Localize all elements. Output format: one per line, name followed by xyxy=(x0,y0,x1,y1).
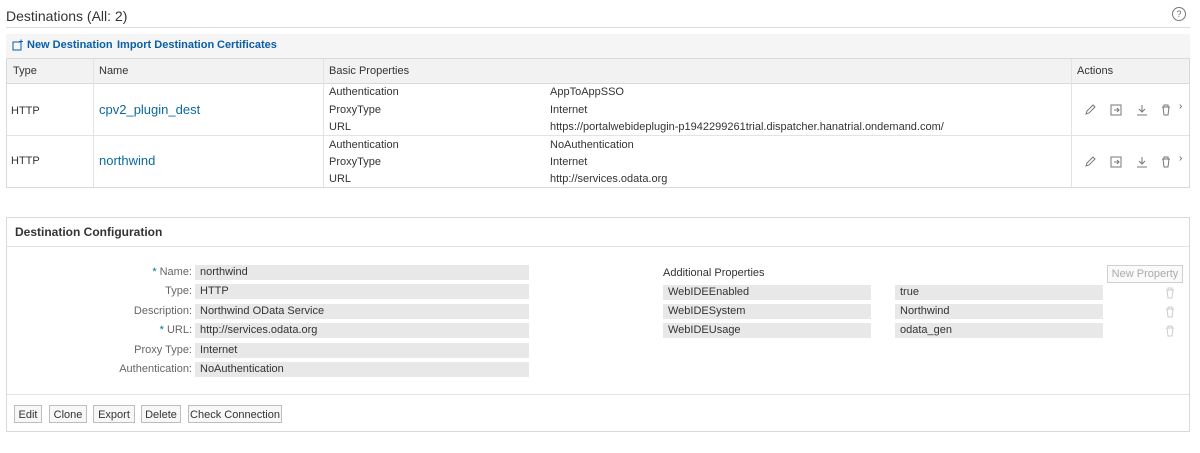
trash-icon[interactable] xyxy=(1159,103,1173,117)
prop-key: ProxyType xyxy=(329,156,381,168)
download-icon[interactable] xyxy=(1135,103,1149,117)
prop-value: http://services.odata.org xyxy=(550,173,668,185)
prop-key: URL xyxy=(329,121,352,133)
edit-button[interactable]: Edit xyxy=(14,405,42,423)
divider xyxy=(6,27,1190,28)
required-marker: * xyxy=(159,324,164,336)
url-field[interactable]: http://services.odata.org xyxy=(195,323,529,338)
additional-property-value[interactable]: true xyxy=(895,285,1103,300)
clone-button[interactable]: Clone xyxy=(49,405,87,423)
column-header-basic-properties[interactable]: Basic Properties xyxy=(329,65,409,77)
import-destination-link[interactable]: Import Destination xyxy=(117,39,214,51)
column-divider xyxy=(1071,59,1072,187)
column-header-name[interactable]: Name xyxy=(99,65,128,77)
column-divider xyxy=(93,59,94,187)
field-label-type: Type: xyxy=(165,285,192,297)
help-icon[interactable]: ? xyxy=(1172,7,1186,21)
row-type: HTTP xyxy=(11,155,40,167)
edit-icon[interactable] xyxy=(1083,103,1097,117)
new-destination-icon[interactable] xyxy=(12,39,24,51)
prop-key: Authentication xyxy=(329,139,399,151)
prop-key: URL xyxy=(329,173,352,185)
field-label-authentication: Authentication: xyxy=(119,363,192,375)
prop-value: Internet xyxy=(550,156,588,168)
chevron-right-icon[interactable]: › xyxy=(1179,101,1182,112)
config-title: Destination Configuration xyxy=(15,225,163,239)
export-button[interactable]: Export xyxy=(93,405,135,423)
prop-key: ProxyType xyxy=(329,104,381,116)
authentication-field[interactable]: NoAuthentication xyxy=(195,362,529,377)
field-label-proxy-type: Proxy Type: xyxy=(134,344,192,356)
trash-icon xyxy=(1164,287,1176,299)
prop-value: https://portalwebideplugin-p1942299261tr… xyxy=(550,121,944,133)
additional-property-key[interactable]: WebIDEUsage xyxy=(663,323,871,338)
additional-properties-title: Additional Properties xyxy=(663,267,765,279)
additional-property-value[interactable]: Northwind xyxy=(895,304,1103,319)
additional-property-key[interactable]: WebIDEEnabled xyxy=(663,285,871,300)
row-type: HTTP xyxy=(11,105,40,117)
check-connection-button[interactable]: Check Connection xyxy=(188,405,282,423)
destination-configuration-panel: Destination Configuration * Name: northwi… xyxy=(6,217,1190,432)
export-icon[interactable] xyxy=(1109,103,1123,117)
destination-name-link[interactable]: northwind xyxy=(99,153,155,168)
additional-property-value[interactable]: odata_gen xyxy=(895,323,1103,338)
description-field[interactable]: Northwind OData Service xyxy=(195,304,529,319)
page-title: Destinations (All: 2) xyxy=(6,8,128,24)
column-header-type[interactable]: Type xyxy=(13,65,37,77)
prop-value: Internet xyxy=(550,104,588,116)
new-destination-link[interactable]: New Destination xyxy=(27,39,113,51)
destinations-table: Type Name Basic Properties Actions HTTP … xyxy=(6,58,1190,188)
field-label-url: * URL: xyxy=(159,324,192,336)
name-field[interactable]: northwind xyxy=(195,265,529,280)
destination-name-link[interactable]: cpv2_plugin_dest xyxy=(99,102,200,117)
delete-button[interactable]: Delete xyxy=(141,405,181,423)
divider xyxy=(7,246,1189,247)
column-header-actions: Actions xyxy=(1077,65,1114,77)
row-divider xyxy=(7,135,1189,136)
field-label-name: * Name: xyxy=(152,266,192,278)
proxy-type-field[interactable]: Internet xyxy=(195,343,529,358)
additional-property-key[interactable]: WebIDESystem xyxy=(663,304,871,319)
trash-icon xyxy=(1164,306,1176,318)
download-icon[interactable] xyxy=(1135,155,1149,169)
divider xyxy=(7,394,1189,395)
table-header: Type Name Basic Properties Actions xyxy=(7,59,1189,84)
column-divider xyxy=(323,59,324,187)
edit-icon[interactable] xyxy=(1083,155,1097,169)
prop-key: Authentication xyxy=(329,86,399,98)
chevron-right-icon[interactable]: › xyxy=(1179,153,1182,164)
type-field[interactable]: HTTP xyxy=(195,284,529,299)
trash-icon xyxy=(1164,325,1176,337)
field-label-description: Description: xyxy=(133,305,192,317)
certificates-link[interactable]: Certificates xyxy=(217,39,277,51)
prop-value: NoAuthentication xyxy=(550,139,634,151)
required-marker: * xyxy=(152,266,157,278)
toolbar: New Destination Import Destination Certi… xyxy=(6,34,1190,58)
trash-icon[interactable] xyxy=(1159,155,1173,169)
prop-value: AppToAppSSO xyxy=(550,86,624,98)
new-property-button[interactable]: New Property xyxy=(1107,265,1183,283)
export-icon[interactable] xyxy=(1109,155,1123,169)
